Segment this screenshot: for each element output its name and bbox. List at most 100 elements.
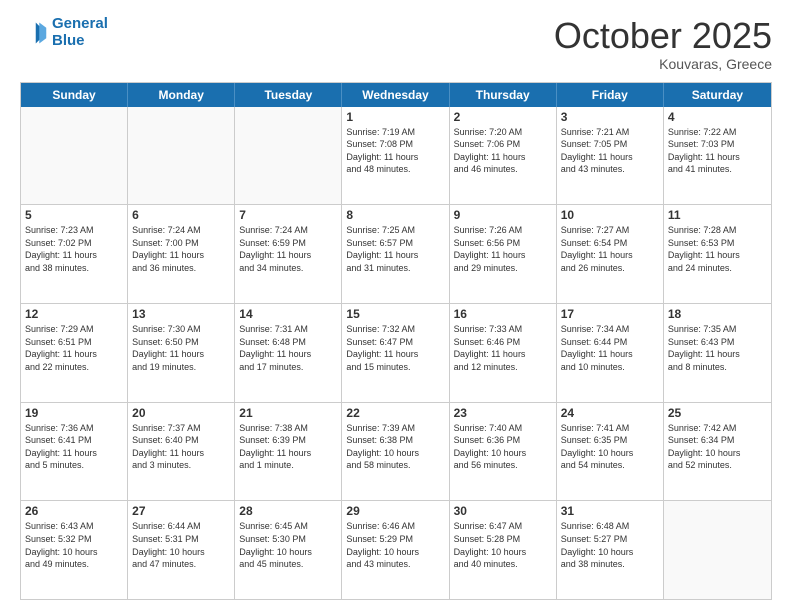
- cal-cell-0-6: 4 Sunrise: 7:22 AM Sunset: 7:03 PM Daylig…: [664, 107, 771, 205]
- cal-cell-2-1: 13 Sunrise: 7:30 AM Sunset: 6:50 PM Dayli…: [128, 304, 235, 402]
- cal-cell-2-5: 17Sunrise: 7:34 AM Sunset: 6:44 PM Dayli…: [557, 304, 664, 402]
- cell-info-14: Sunrise: 7:31 AM Sunset: 6:48 PM Dayligh…: [239, 323, 337, 373]
- cal-cell-2-0: 12 Sunrise: 7:29 AM Sunset: 6:51 PM Dayli…: [21, 304, 128, 402]
- cell-info-26: Sunrise: 6:43 AM Sunset: 5:32 PM Dayligh…: [25, 520, 123, 570]
- cal-cell-0-0: [21, 107, 128, 205]
- cal-cell-3-3: 22Sunrise: 7:39 AM Sunset: 6:38 PM Dayli…: [342, 403, 449, 501]
- day-number-14: 14: [239, 307, 337, 321]
- cell-info-7: Sunrise: 7:24 AM Sunset: 6:59 PM Dayligh…: [239, 224, 337, 274]
- cell-info-16: Sunrise: 7:33 AM Sunset: 6:46 PM Dayligh…: [454, 323, 552, 373]
- cell-info-28: Sunrise: 6:45 AM Sunset: 5:30 PM Dayligh…: [239, 520, 337, 570]
- day-number-11: 11: [668, 208, 767, 222]
- cal-cell-2-4: 16Sunrise: 7:33 AM Sunset: 6:46 PM Dayli…: [450, 304, 557, 402]
- title-block: October 2025 Kouvaras, Greece: [554, 16, 772, 72]
- dow-sunday: Sunday: [21, 83, 128, 107]
- dow-monday: Monday: [128, 83, 235, 107]
- day-number-25: 25: [668, 406, 767, 420]
- cell-info-30: Sunrise: 6:47 AM Sunset: 5:28 PM Dayligh…: [454, 520, 552, 570]
- cal-cell-3-1: 20Sunrise: 7:37 AM Sunset: 6:40 PM Dayli…: [128, 403, 235, 501]
- cal-cell-1-0: 5 Sunrise: 7:23 AM Sunset: 7:02 PM Daylig…: [21, 205, 128, 303]
- day-number-1: 1: [346, 110, 444, 124]
- cell-info-13: Sunrise: 7:30 AM Sunset: 6:50 PM Dayligh…: [132, 323, 230, 373]
- day-number-5: 5: [25, 208, 123, 222]
- cell-info-5: Sunrise: 7:23 AM Sunset: 7:02 PM Dayligh…: [25, 224, 123, 274]
- logo: General Blue: [20, 16, 108, 49]
- cal-cell-1-2: 7 Sunrise: 7:24 AM Sunset: 6:59 PM Daylig…: [235, 205, 342, 303]
- cal-cell-2-6: 18Sunrise: 7:35 AM Sunset: 6:43 PM Dayli…: [664, 304, 771, 402]
- day-number-15: 15: [346, 307, 444, 321]
- cell-info-11: Sunrise: 7:28 AM Sunset: 6:53 PM Dayligh…: [668, 224, 767, 274]
- cal-cell-4-5: 31 Sunrise: 6:48 AM Sunset: 5:27 PM Dayli…: [557, 501, 664, 599]
- cal-row-3: 19 Sunrise: 7:36 AM Sunset: 6:41 PM Dayli…: [21, 403, 771, 502]
- day-number-24: 24: [561, 406, 659, 420]
- cell-info-21: Sunrise: 7:38 AM Sunset: 6:39 PM Dayligh…: [239, 422, 337, 472]
- day-number-21: 21: [239, 406, 337, 420]
- cell-info-23: Sunrise: 7:40 AM Sunset: 6:36 PM Dayligh…: [454, 422, 552, 472]
- day-number-30: 30: [454, 504, 552, 518]
- day-number-23: 23: [454, 406, 552, 420]
- cell-info-3: Sunrise: 7:21 AM Sunset: 7:05 PM Dayligh…: [561, 126, 659, 176]
- day-number-4: 4: [668, 110, 767, 124]
- cell-info-25: Sunrise: 7:42 AM Sunset: 6:34 PM Dayligh…: [668, 422, 767, 472]
- day-number-13: 13: [132, 307, 230, 321]
- cell-info-19: Sunrise: 7:36 AM Sunset: 6:41 PM Dayligh…: [25, 422, 123, 472]
- cell-info-2: Sunrise: 7:20 AM Sunset: 7:06 PM Dayligh…: [454, 126, 552, 176]
- cal-cell-4-6: [664, 501, 771, 599]
- cal-cell-2-2: 14 Sunrise: 7:31 AM Sunset: 6:48 PM Dayli…: [235, 304, 342, 402]
- cal-row-4: 26 Sunrise: 6:43 AM Sunset: 5:32 PM Dayli…: [21, 501, 771, 599]
- cal-cell-3-0: 19 Sunrise: 7:36 AM Sunset: 6:41 PM Dayli…: [21, 403, 128, 501]
- day-number-7: 7: [239, 208, 337, 222]
- cal-row-2: 12 Sunrise: 7:29 AM Sunset: 6:51 PM Dayli…: [21, 304, 771, 403]
- day-number-19: 19: [25, 406, 123, 420]
- cal-cell-1-4: 9 Sunrise: 7:26 AM Sunset: 6:56 PM Daylig…: [450, 205, 557, 303]
- cal-cell-3-6: 25 Sunrise: 7:42 AM Sunset: 6:34 PM Dayli…: [664, 403, 771, 501]
- header: General Blue October 2025 Kouvaras, Gree…: [20, 16, 772, 72]
- cell-info-24: Sunrise: 7:41 AM Sunset: 6:35 PM Dayligh…: [561, 422, 659, 472]
- cal-cell-0-1: [128, 107, 235, 205]
- day-number-22: 22: [346, 406, 444, 420]
- cell-info-12: Sunrise: 7:29 AM Sunset: 6:51 PM Dayligh…: [25, 323, 123, 373]
- cal-cell-0-5: 3Sunrise: 7:21 AM Sunset: 7:05 PM Daylig…: [557, 107, 664, 205]
- cell-info-15: Sunrise: 7:32 AM Sunset: 6:47 PM Dayligh…: [346, 323, 444, 373]
- cell-info-1: Sunrise: 7:19 AM Sunset: 7:08 PM Dayligh…: [346, 126, 444, 176]
- cell-info-8: Sunrise: 7:25 AM Sunset: 6:57 PM Dayligh…: [346, 224, 444, 274]
- cal-cell-4-4: 30 Sunrise: 6:47 AM Sunset: 5:28 PM Dayli…: [450, 501, 557, 599]
- day-number-2: 2: [454, 110, 552, 124]
- day-number-9: 9: [454, 208, 552, 222]
- day-number-12: 12: [25, 307, 123, 321]
- day-number-20: 20: [132, 406, 230, 420]
- cal-cell-3-2: 21 Sunrise: 7:38 AM Sunset: 6:39 PM Dayli…: [235, 403, 342, 501]
- cal-row-0: 1 Sunrise: 7:19 AM Sunset: 7:08 PM Daylig…: [21, 107, 771, 206]
- cal-cell-4-1: 27 Sunrise: 6:44 AM Sunset: 5:31 PM Dayli…: [128, 501, 235, 599]
- logo-text: General Blue: [52, 16, 108, 49]
- cal-cell-4-2: 28 Sunrise: 6:45 AM Sunset: 5:30 PM Dayli…: [235, 501, 342, 599]
- day-number-6: 6: [132, 208, 230, 222]
- dow-saturday: Saturday: [664, 83, 771, 107]
- cal-cell-1-1: 6Sunrise: 7:24 AM Sunset: 7:00 PM Daylig…: [128, 205, 235, 303]
- day-number-18: 18: [668, 307, 767, 321]
- day-number-28: 28: [239, 504, 337, 518]
- cal-cell-1-6: 11 Sunrise: 7:28 AM Sunset: 6:53 PM Dayli…: [664, 205, 771, 303]
- day-number-26: 26: [25, 504, 123, 518]
- calendar-body: 1 Sunrise: 7:19 AM Sunset: 7:08 PM Daylig…: [21, 107, 771, 599]
- page: General Blue October 2025 Kouvaras, Gree…: [0, 0, 792, 612]
- day-number-27: 27: [132, 504, 230, 518]
- cal-cell-0-3: 1 Sunrise: 7:19 AM Sunset: 7:08 PM Daylig…: [342, 107, 449, 205]
- cal-row-1: 5 Sunrise: 7:23 AM Sunset: 7:02 PM Daylig…: [21, 205, 771, 304]
- cell-info-27: Sunrise: 6:44 AM Sunset: 5:31 PM Dayligh…: [132, 520, 230, 570]
- day-number-10: 10: [561, 208, 659, 222]
- calendar: Sunday Monday Tuesday Wednesday Thursday…: [20, 82, 772, 600]
- cell-info-9: Sunrise: 7:26 AM Sunset: 6:56 PM Dayligh…: [454, 224, 552, 274]
- cal-cell-1-5: 10Sunrise: 7:27 AM Sunset: 6:54 PM Dayli…: [557, 205, 664, 303]
- logo-icon: [20, 19, 48, 47]
- cell-info-4: Sunrise: 7:22 AM Sunset: 7:03 PM Dayligh…: [668, 126, 767, 176]
- cal-cell-4-3: 29Sunrise: 6:46 AM Sunset: 5:29 PM Dayli…: [342, 501, 449, 599]
- location: Kouvaras, Greece: [554, 56, 772, 72]
- calendar-header: Sunday Monday Tuesday Wednesday Thursday…: [21, 83, 771, 107]
- cell-info-31: Sunrise: 6:48 AM Sunset: 5:27 PM Dayligh…: [561, 520, 659, 570]
- day-number-17: 17: [561, 307, 659, 321]
- day-number-8: 8: [346, 208, 444, 222]
- day-number-31: 31: [561, 504, 659, 518]
- cal-cell-1-3: 8 Sunrise: 7:25 AM Sunset: 6:57 PM Daylig…: [342, 205, 449, 303]
- day-number-29: 29: [346, 504, 444, 518]
